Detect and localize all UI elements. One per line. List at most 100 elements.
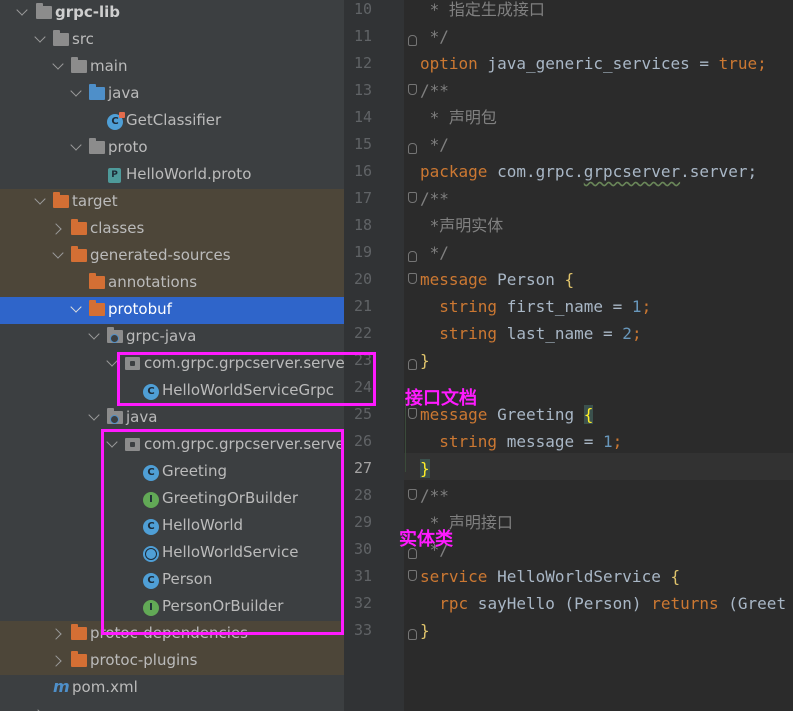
- source-folder-icon: [89, 84, 105, 100]
- excluded-folder-icon: [71, 651, 87, 667]
- tree-item-annotations[interactable]: annotations: [0, 270, 344, 297]
- tree-item-proto[interactable]: proto: [0, 135, 344, 162]
- chevron-right-icon[interactable]: [50, 223, 62, 235]
- tree-item-grpc-lib[interactable]: grpc-lib: [0, 0, 344, 27]
- tree-item-target[interactable]: target: [0, 189, 344, 216]
- tree-item-label: proto: [108, 138, 148, 156]
- line-number: 13: [353, 81, 372, 99]
- tree-item-partial: [0, 702, 344, 711]
- line-number: 11: [353, 27, 372, 45]
- code-line: */: [420, 27, 449, 46]
- tree-item-pom[interactable]: m pom.xml: [0, 675, 344, 702]
- tree-item-protobuf[interactable]: protobuf: [0, 297, 344, 324]
- excluded-folder-icon: [71, 219, 87, 235]
- chevron-down-icon[interactable]: [70, 85, 82, 97]
- code-line: */: [420, 135, 449, 154]
- code-line: rpc sayHello (Person) returns (Greet: [420, 594, 787, 613]
- module-folder-icon: [36, 3, 52, 19]
- chevron-down-icon[interactable]: [88, 409, 100, 421]
- line-number: 16: [353, 162, 372, 180]
- tree-item-label: java: [126, 408, 158, 426]
- line-number: 28: [353, 486, 372, 504]
- line-number: 21: [353, 297, 372, 315]
- tree-item-getclassifier[interactable]: C GetClassifier: [0, 108, 344, 135]
- tree-item-label: main: [90, 57, 128, 75]
- chevron-down-icon[interactable]: [16, 4, 28, 16]
- code-line: /**: [420, 189, 449, 208]
- code-line: */: [420, 243, 449, 262]
- class-icon: C: [107, 112, 125, 130]
- line-number: 19: [353, 243, 372, 261]
- code-editor[interactable]: * 指定生成接口 */ option java_generic_services…: [404, 0, 793, 711]
- line-number: 18: [353, 216, 372, 234]
- code-line: * 声明包: [420, 108, 497, 127]
- highlight-box-grpc-package: [117, 352, 376, 406]
- line-number: 32: [353, 594, 372, 612]
- tree-item-main[interactable]: main: [0, 54, 344, 81]
- current-line-highlight: [404, 453, 793, 480]
- tree-item-label: grpc-lib: [55, 3, 121, 21]
- excluded-folder-icon: [71, 246, 87, 262]
- line-number: 20: [353, 270, 372, 288]
- chevron-down-icon[interactable]: [52, 247, 64, 259]
- code-line: string last_name = 2;: [420, 324, 642, 343]
- tree-item-label: java: [108, 84, 140, 102]
- code-line: string first_name = 1;: [420, 297, 652, 316]
- tree-item-label: HelloWorld.proto: [126, 165, 252, 183]
- folder-icon: [89, 138, 105, 154]
- excluded-folder-icon: [71, 624, 87, 640]
- line-number: 14: [353, 108, 372, 126]
- excluded-folder-icon: [89, 300, 105, 316]
- line-number: 29: [353, 513, 372, 531]
- code-line: /**: [420, 81, 449, 100]
- code-line: /**: [420, 486, 449, 505]
- line-number: 25: [353, 405, 372, 423]
- line-number: 30: [353, 540, 372, 558]
- chevron-down-icon[interactable]: [70, 301, 82, 313]
- tree-item-src[interactable]: src: [0, 27, 344, 54]
- tree-item-label: protoc-plugins: [90, 651, 198, 669]
- annotation-entity-classes: 实体类: [399, 529, 453, 550]
- code-line: }: [420, 351, 430, 370]
- chevron-down-icon[interactable]: [88, 328, 100, 340]
- code-line: package com.grpc.grpcserver.server;: [420, 162, 758, 181]
- chevron-down-icon[interactable]: [70, 139, 82, 151]
- code-line: }: [420, 621, 430, 640]
- line-number: 10: [353, 0, 372, 18]
- maven-file-icon: m: [53, 677, 70, 696]
- chevron-right-icon[interactable]: [50, 655, 62, 667]
- indent-guide: [405, 400, 406, 472]
- tree-item-label: classes: [90, 219, 145, 237]
- excluded-folder-icon: [89, 273, 105, 289]
- tree-item-protoc-plugins[interactable]: protoc-plugins: [0, 648, 344, 675]
- chevron-down-icon[interactable]: [34, 193, 46, 205]
- code-line: string message = 1;: [420, 432, 623, 451]
- tree-item-generated-sources[interactable]: generated-sources: [0, 243, 344, 270]
- code-line: message Person {: [420, 270, 575, 289]
- tree-item-helloworld-proto[interactable]: P HelloWorld.proto: [0, 162, 344, 189]
- folder-icon: [53, 30, 69, 46]
- excluded-folder-icon: [53, 192, 69, 208]
- folder-icon: [71, 57, 87, 73]
- tree-item-grpc-java[interactable]: grpc-java: [0, 324, 344, 351]
- code-line: * 指定生成接口: [420, 0, 545, 19]
- chevron-down-icon[interactable]: [52, 58, 64, 70]
- code-line: service HelloWorldService {: [420, 567, 681, 586]
- chevron-right-icon[interactable]: [50, 628, 62, 640]
- line-number: 31: [353, 567, 372, 585]
- tree-item-label: src: [72, 30, 94, 48]
- tree-item-label: generated-sources: [90, 246, 231, 264]
- tree-item-label: target: [72, 192, 118, 210]
- chevron-down-icon[interactable]: [34, 31, 46, 43]
- line-number: 17: [353, 189, 372, 207]
- tree-item-classes[interactable]: classes: [0, 216, 344, 243]
- tree-item-label: annotations: [108, 273, 198, 291]
- line-number: 12: [353, 54, 372, 72]
- code-line-current: }: [420, 459, 430, 478]
- annotation-interface-doc: 接口文档: [405, 388, 477, 409]
- chevron-down-icon[interactable]: [106, 355, 118, 367]
- line-number: 33: [353, 621, 372, 639]
- tree-item-java-source[interactable]: java: [0, 81, 344, 108]
- tree-item-label: grpc-java: [126, 327, 197, 345]
- tree-item-java-generated[interactable]: java: [0, 405, 344, 432]
